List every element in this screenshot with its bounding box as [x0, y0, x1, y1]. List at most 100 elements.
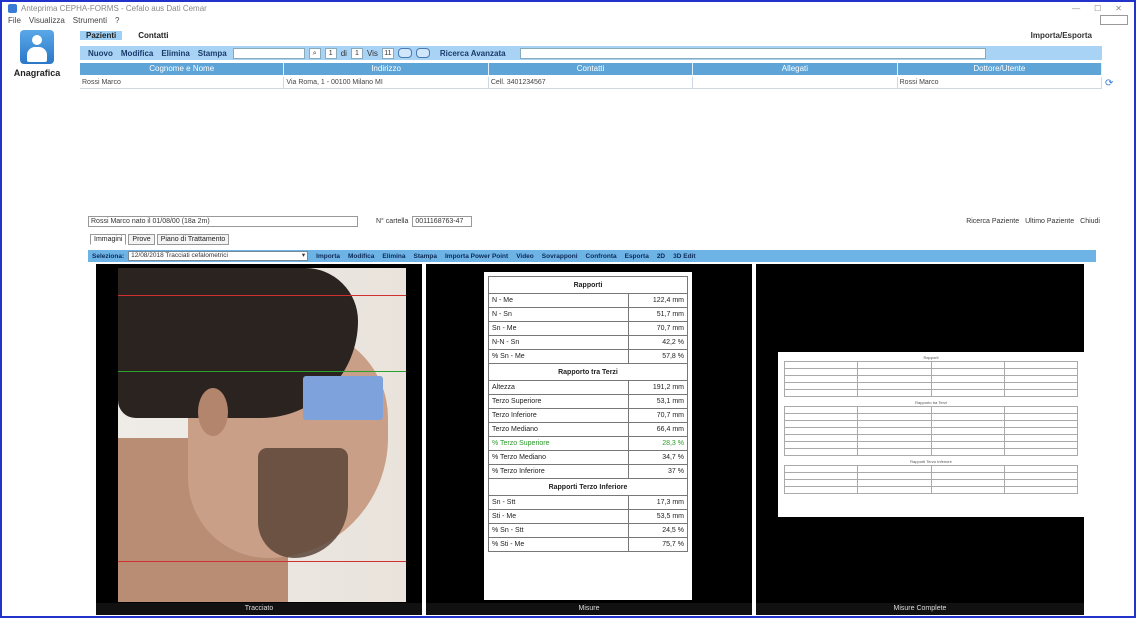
- tab-piano-trattamento[interactable]: Piano di Trattamento: [156, 234, 230, 245]
- reference-line: [118, 295, 406, 296]
- measure-label: N - Me: [488, 293, 629, 308]
- print-image-button[interactable]: Stampa: [414, 253, 437, 260]
- measure-label: Terzo Inferiore: [488, 408, 629, 423]
- section-title: Rapporti: [488, 276, 688, 294]
- page-input[interactable]: 1: [324, 47, 337, 59]
- compare-button[interactable]: Confronta: [586, 253, 617, 260]
- measure-label: Sti - Me: [488, 509, 629, 524]
- measure-label: % Sti - Me: [488, 537, 629, 552]
- sidebar-item-anagrafica[interactable]: Anagrafica: [6, 28, 68, 88]
- patients-toolbar: Nuovo Modifica Elimina Stampa ⌕ 1 di 1 V…: [80, 46, 1102, 60]
- menu-visualizza[interactable]: Visualizza: [29, 16, 65, 25]
- section-title: Rapporti Terzo Inferiore: [488, 478, 688, 496]
- column-header[interactable]: Cognome e Nome: [80, 63, 285, 75]
- measure-value: 75,7 %: [628, 537, 688, 552]
- profile-photo: [118, 268, 406, 602]
- maximize-button[interactable]: ☐: [1094, 4, 1101, 13]
- measure-label: Terzo Superiore: [488, 394, 629, 409]
- column-header[interactable]: Contatti: [489, 63, 694, 75]
- cell-attachments: [693, 77, 898, 88]
- measure-label: N - Sn: [488, 307, 629, 322]
- person-icon: [20, 30, 54, 64]
- table-row: % Sti - Me 75,7 %: [488, 537, 688, 552]
- tab-pazienti[interactable]: Pazienti: [80, 30, 123, 40]
- search-input[interactable]: [232, 47, 305, 59]
- column-header[interactable]: Dottore/Utente: [898, 63, 1103, 75]
- tracing-panel[interactable]: Tracciato: [96, 264, 422, 615]
- measure-value: 66,4 mm: [628, 422, 688, 437]
- table-row: % Terzo Superiore 28,3 %: [488, 436, 688, 451]
- delete-button[interactable]: Elimina: [161, 49, 189, 58]
- measure-value: 122,4 mm: [628, 293, 688, 308]
- close-patient-link[interactable]: Chiudi: [1080, 218, 1100, 225]
- table-row: % Terzo Inferiore 37 %: [488, 464, 688, 479]
- table-row: N - Sn 51,7 mm: [488, 307, 688, 322]
- report-heading: Rapporti Terzo Inferiore: [910, 459, 952, 464]
- window-title: Anteprima CEPHA-FORMS - Cefalo aus Dati …: [21, 3, 207, 13]
- cartella-label: N° cartella: [376, 217, 409, 225]
- tab-contatti[interactable]: Contatti: [138, 31, 168, 40]
- print-button[interactable]: Stampa: [198, 49, 227, 58]
- app-icon: [8, 3, 17, 13]
- last-patient-link[interactable]: Ultimo Paziente: [1025, 218, 1074, 225]
- section-title: Rapporto tra Terzi: [488, 363, 688, 381]
- prev-page-button[interactable]: [397, 48, 412, 58]
- table-row: Terzo Superiore 53,1 mm: [488, 394, 688, 409]
- measure-value: 70,7 mm: [628, 408, 688, 423]
- advanced-search-link[interactable]: Ricerca Avanzata: [440, 49, 506, 58]
- 3d-edit-button[interactable]: 3D Edit: [673, 253, 695, 260]
- search-patient-link[interactable]: Ricerca Paziente: [966, 218, 1019, 225]
- measure-value: 37 %: [628, 464, 688, 479]
- import-button[interactable]: Importa: [316, 253, 340, 260]
- select-label: Seleziona:: [92, 252, 125, 260]
- measure-value: 70,7 mm: [628, 321, 688, 336]
- tab-prove[interactable]: Prove: [128, 234, 155, 245]
- measure-value: 57,8 %: [628, 349, 688, 364]
- new-button[interactable]: Nuovo: [88, 49, 113, 58]
- advanced-search-input[interactable]: [519, 47, 986, 59]
- import-export-link[interactable]: Importa/Esporta: [1031, 31, 1092, 40]
- measure-value: 17,3 mm: [628, 495, 688, 510]
- layout-toggle[interactable]: [1100, 15, 1128, 25]
- table-row[interactable]: Rossi Marco Via Roma, 1 - 00100 Milano M…: [80, 77, 1103, 89]
- video-button[interactable]: Video: [516, 253, 534, 260]
- menu-file[interactable]: File: [8, 16, 21, 25]
- table-row: N-N - Sn 42,2 %: [488, 335, 688, 350]
- measure-label: Altezza: [488, 380, 629, 395]
- table-row: Sn - Me 70,7 mm: [488, 321, 688, 336]
- menu-help[interactable]: ?: [115, 16, 119, 25]
- edit-button[interactable]: Modifica: [121, 49, 153, 58]
- page-of-label: di: [340, 48, 347, 58]
- import-powerpoint-button[interactable]: Importa Power Point: [445, 253, 508, 260]
- 2d-button[interactable]: 2D: [657, 253, 665, 260]
- cartella-field[interactable]: 0011168763-47: [412, 215, 473, 227]
- table-row: Terzo Inferiore 70,7 mm: [488, 408, 688, 423]
- close-button[interactable]: ✕: [1115, 4, 1122, 13]
- menu-bar: File Visualizza Strumenti ?: [2, 14, 1134, 26]
- report-thumbnail: Rapporti Rapporto tra Terzi Rapporti Ter…: [778, 352, 1084, 517]
- overlay-button[interactable]: Sovrapponi: [542, 253, 578, 260]
- search-button[interactable]: ⌕: [308, 47, 321, 59]
- delete-image-button[interactable]: Elimina: [382, 253, 405, 260]
- menu-strumenti[interactable]: Strumenti: [73, 16, 107, 25]
- measure-label: % Sn - Me: [488, 349, 629, 364]
- page-size-select[interactable]: 11: [381, 47, 394, 59]
- measure-label: Sn - Me: [488, 321, 629, 336]
- next-page-button[interactable]: [415, 48, 430, 58]
- minimize-button[interactable]: —: [1072, 4, 1080, 13]
- export-button[interactable]: Esporta: [625, 253, 649, 260]
- ear-shape: [198, 388, 228, 436]
- table-row: % Terzo Mediano 34,7 %: [488, 450, 688, 465]
- column-header[interactable]: Indirizzo: [284, 63, 489, 75]
- measures-panel[interactable]: Rapporti N - Me 122,4 mm N - Sn 51,7 mm Sn - …: [426, 264, 752, 615]
- refresh-icon[interactable]: ⟳: [1105, 78, 1115, 89]
- edit-image-button[interactable]: Modifica: [348, 253, 374, 260]
- section-header-row: Rapporti: [488, 276, 688, 294]
- chevron-down-icon: ▾: [301, 252, 306, 259]
- complete-measures-panel[interactable]: Rapporti Rapporto tra Terzi Rapporti Ter…: [756, 264, 1084, 615]
- measure-value: 24,5 %: [628, 523, 688, 538]
- column-header[interactable]: Allegati: [693, 63, 898, 75]
- image-select[interactable]: 12/08/2018 Tracciati cefalometrici ▾: [128, 251, 309, 261]
- tab-immagini[interactable]: Immagini: [90, 234, 127, 245]
- eye-mask: [303, 376, 383, 420]
